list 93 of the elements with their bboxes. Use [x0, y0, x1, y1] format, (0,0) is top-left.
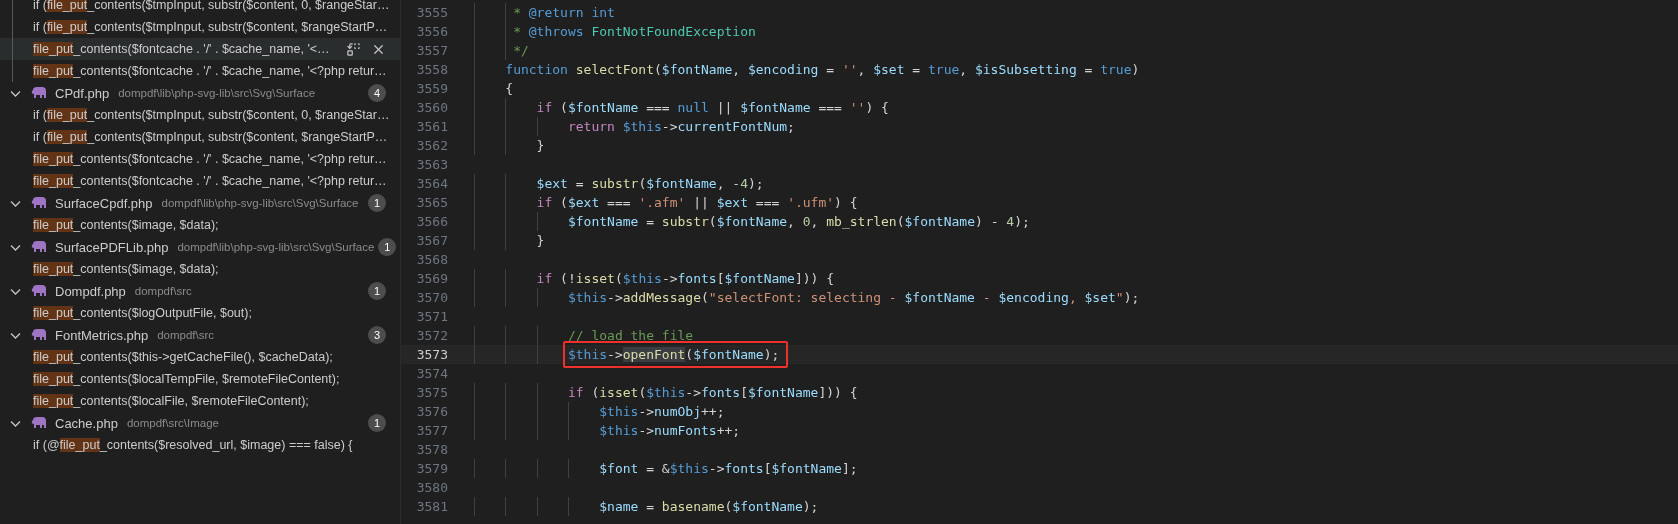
- code-line: return $this->currentFontNum;: [474, 117, 795, 136]
- replace-icon[interactable]: [346, 41, 361, 57]
- file-path: dompdf\src: [134, 285, 193, 297]
- line-number: 3577: [415, 423, 448, 438]
- search-match[interactable]: if (file_put_contents($tmpInput, substr($content, $rangeStartP…: [0, 16, 400, 38]
- file-result-header[interactable]: Cache.php dompdf\src\Image 1: [0, 412, 400, 434]
- code-line: }: [474, 136, 545, 155]
- search-match[interactable]: if (file_put_contents($tmpInput, substr($content, $rangeStartP…: [0, 126, 400, 148]
- search-match[interactable]: file_put_contents($fontcache . '/' . $cache_name, '<?php retur…: [0, 170, 400, 192]
- line-number: 3561: [415, 119, 448, 134]
- search-match[interactable]: if (@file_put_contents($resolved_url, $image) === false) {: [0, 434, 400, 456]
- match-count: 1: [368, 282, 386, 300]
- search-match[interactable]: if (file_put_contents($tmpInput, substr($content, 0, $rangeStar…: [0, 0, 400, 16]
- search-match[interactable]: file_put_contents($image, $data);: [0, 214, 400, 236]
- line-number: 3568: [415, 252, 448, 267]
- code-line: if ($fontName === null || $fontName === '') {: [474, 98, 889, 117]
- code-line: $this->openFont($fontName);: [474, 345, 780, 364]
- code-line: if ($ext === '.afm' || $ext === '.ufm') {: [474, 193, 858, 212]
- search-match[interactable]: file_put_contents($localFile, $remoteFileContent);: [0, 390, 400, 412]
- elephant-icon: [31, 285, 47, 297]
- file-name: SurfaceCpdf.php: [55, 195, 153, 211]
- search-match[interactable]: file_put_contents($this->getCacheFile(), $cacheData);: [0, 346, 400, 368]
- line-number: 3569: [415, 271, 448, 286]
- file-path: dompdf\lib\php-svg-lib\src\Svg\Surface: [118, 87, 317, 99]
- file-result-header[interactable]: CPdf.php dompdf\lib\php-svg-lib\src\Svg\Surface 4: [0, 82, 400, 104]
- match-count: 3: [368, 326, 386, 344]
- match-count: 1: [368, 194, 386, 212]
- line-number: 3571: [415, 309, 448, 324]
- line-number: 3565: [415, 195, 448, 210]
- code-line: $this->addMessage("selectFont: selecting - $fontName - $encoding, $set");: [474, 288, 1140, 307]
- search-match[interactable]: file_put_contents($image, $data);: [0, 258, 400, 280]
- code-line: $name = basename($fontName);: [474, 497, 819, 516]
- match-count: 1: [368, 414, 386, 432]
- code-line: function selectFont($fontName, $encoding = '', $set = true, $isSubsetting = true): [474, 60, 1140, 79]
- line-number: 3578: [415, 442, 448, 457]
- line-number: 3564: [415, 176, 448, 191]
- line-number: 3574: [415, 366, 448, 381]
- match-count: 4: [368, 84, 386, 102]
- file-name: Cache.php: [55, 415, 118, 431]
- file-path: dompdf\lib\php-svg-lib\src\Svg\Surface: [161, 197, 360, 209]
- line-number: 3566: [415, 214, 448, 229]
- elephant-icon: [31, 87, 47, 99]
- search-match[interactable]: if (file_put_contents($tmpInput, substr($content, 0, $rangeStar…: [0, 104, 400, 126]
- code-line: */: [474, 41, 529, 60]
- file-result-header[interactable]: Dompdf.php dompdf\src 1: [0, 280, 400, 302]
- code-line: $ext = substr($fontName, -4);: [474, 174, 764, 193]
- line-number: 3562: [415, 138, 448, 153]
- elephant-icon: [31, 241, 47, 253]
- file-path: dompdf\lib\php-svg-lib\src\Svg\Surface: [177, 241, 375, 253]
- code-line: $this->numObj++;: [474, 402, 725, 421]
- line-number: 3560: [415, 100, 448, 115]
- elephant-icon: [31, 329, 47, 341]
- line-number: 3580: [415, 480, 448, 495]
- line-number: 3575: [415, 385, 448, 400]
- line-number: 3570: [415, 290, 448, 305]
- line-number: 3573: [415, 347, 448, 362]
- match-count: 1: [378, 238, 397, 256]
- elephant-icon: [31, 197, 47, 209]
- file-result-header[interactable]: SurfaceCpdf.php dompdf\lib\php-svg-lib\src\Svg\Surface 1: [0, 192, 400, 214]
- file-result-header[interactable]: FontMetrics.php dompdf\src 3: [0, 324, 400, 346]
- code-line: }: [474, 231, 545, 250]
- code-line: * @return int: [474, 3, 615, 22]
- search-match[interactable]: file_put_contents($logOutputFile, $out);: [0, 302, 400, 324]
- line-number: 3563: [415, 157, 448, 172]
- code-line: * @throws FontNotFoundException: [474, 22, 756, 41]
- search-match[interactable]: file_put_contents($localTempFile, $remoteFileContent);: [0, 368, 400, 390]
- search-match[interactable]: file_put_contents($fontcache . '/' . $cache_name, '<?php retur…: [0, 60, 400, 82]
- code-line: {: [474, 79, 514, 98]
- file-path: dompdf\src\Image: [126, 417, 220, 429]
- code-line: if (isset($this->fonts[$fontName])) {: [474, 383, 858, 402]
- elephant-icon: [31, 417, 47, 429]
- file-path: dompdf\src: [157, 329, 216, 341]
- code-line: $this->numFonts++;: [474, 421, 741, 440]
- code-line: $fontName = substr($fontName, 0, mb_strlen($fontName) - 4);: [474, 212, 1030, 231]
- line-number: 3579: [415, 461, 448, 476]
- file-name: SurfacePDFLib.php: [55, 239, 169, 255]
- code-line: if (!isset($this->fonts[$fontName])) {: [474, 269, 835, 288]
- line-number: 3556: [415, 24, 448, 39]
- line-number: 3572: [415, 328, 448, 343]
- search-match[interactable]: file_put_contents($fontcache . '/' . $cache_name, '<?php retur…: [0, 148, 400, 170]
- line-number: 3557: [415, 43, 448, 58]
- line-number: 3581: [415, 499, 448, 514]
- line-number: 3576: [415, 404, 448, 419]
- file-name: CPdf.php: [55, 85, 110, 101]
- line-number: 3559: [415, 81, 448, 96]
- line-number: 3555: [415, 5, 448, 20]
- code-line: $font = &$this->fonts[$fontName];: [474, 459, 858, 478]
- file-name: Dompdf.php: [55, 283, 126, 299]
- search-match[interactable]: file_put_contents($fontcache . '/' . $cache_name, '<…: [0, 38, 400, 60]
- line-number: 3558: [415, 62, 448, 77]
- file-name: FontMetrics.php: [55, 327, 149, 343]
- line-number: 3567: [415, 233, 448, 248]
- file-result-header[interactable]: SurfacePDFLib.php dompdf\lib\php-svg-lib\src\Svg\Surface 1: [0, 236, 400, 258]
